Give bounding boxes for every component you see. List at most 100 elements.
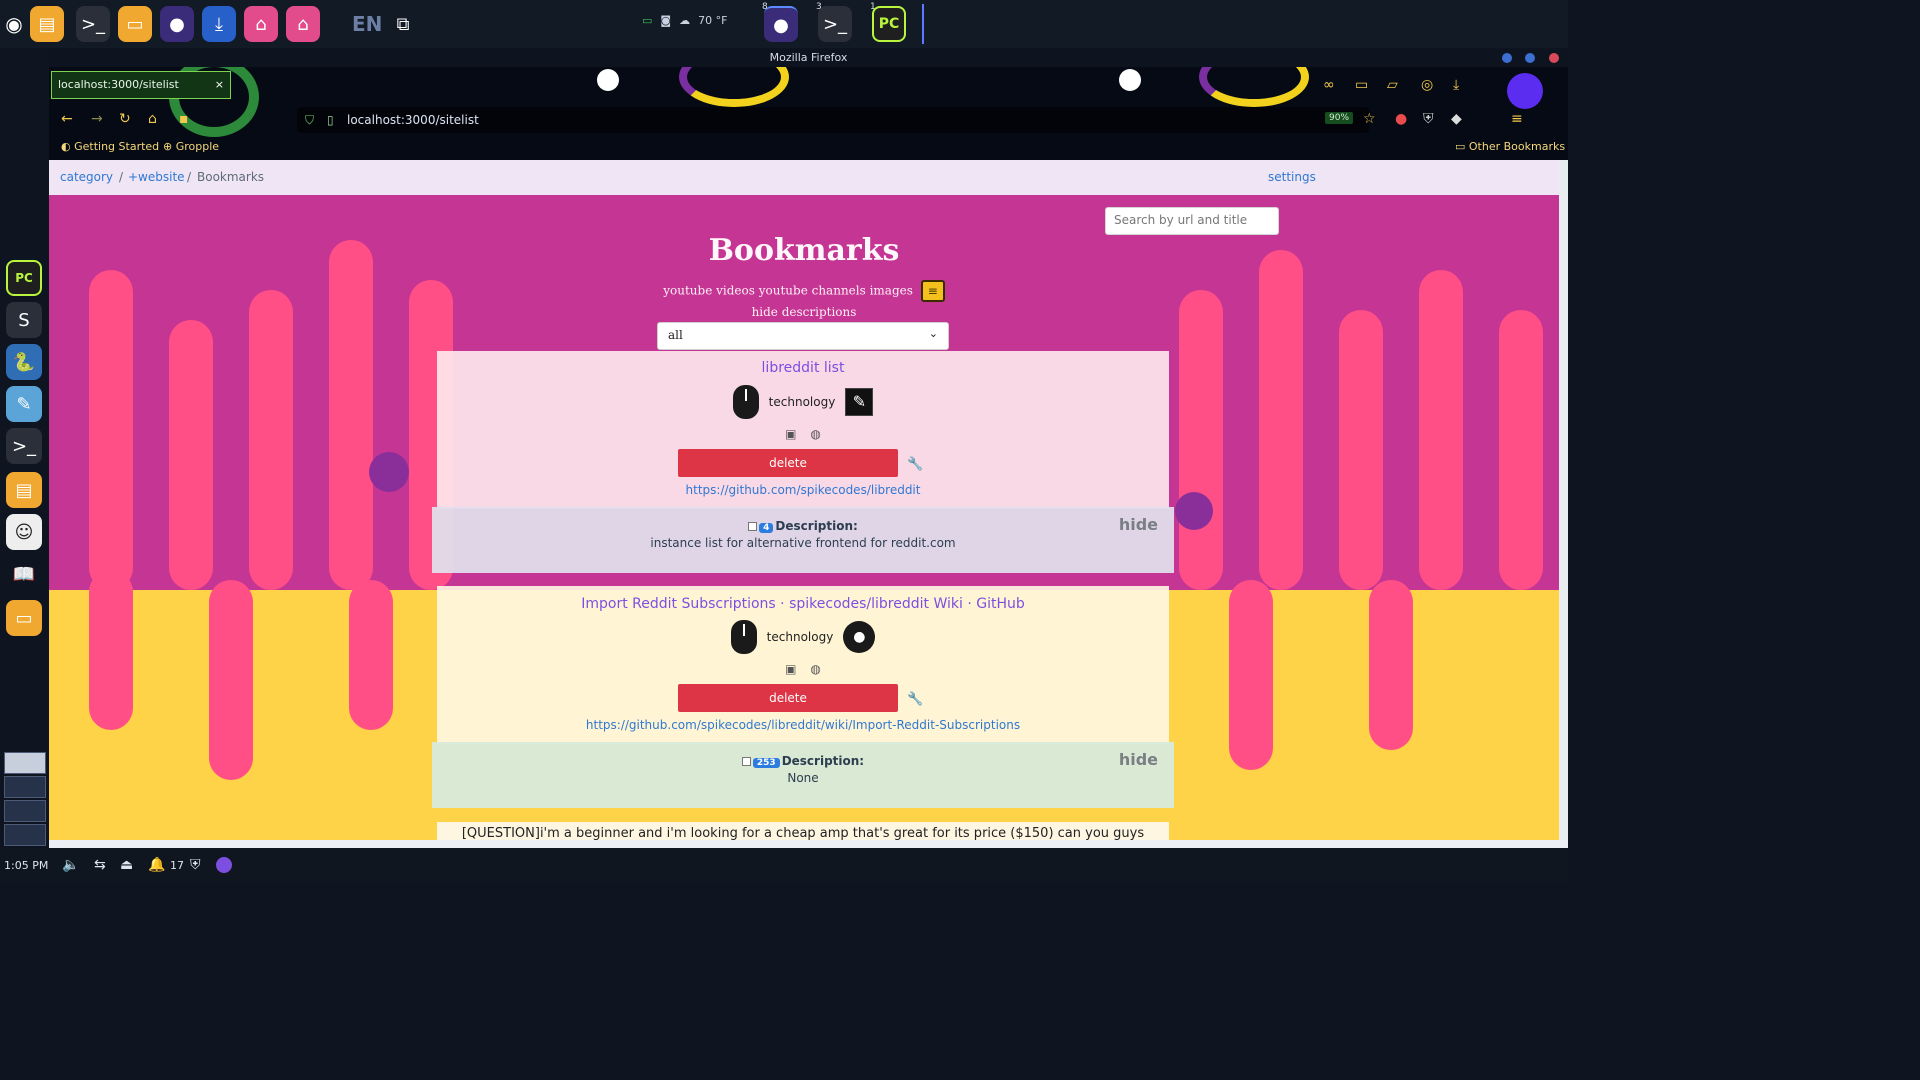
globe-icon[interactable]: ◍ (810, 427, 820, 441)
security-shield-icon[interactable]: ⛨ (190, 857, 201, 873)
minimize-button[interactable] (1502, 53, 1512, 63)
description-checkbox[interactable] (748, 522, 758, 531)
theme-decoration (1507, 73, 1543, 109)
archive-icon[interactable]: ▣ (785, 427, 796, 441)
download-manager-icon[interactable]: ⤓ (202, 6, 236, 42)
cast-icon[interactable]: ▱ (1387, 77, 1398, 93)
workspace-4[interactable] (4, 824, 46, 846)
breadcrumb-current: Bookmarks (197, 170, 265, 184)
wrench-icon[interactable]: 🔧 (907, 457, 923, 472)
sunglasses-face-icon[interactable]: ☺ (6, 514, 42, 550)
window-title: Mozilla Firefox (49, 49, 1568, 67)
favicon-edit-icon: ✎ (845, 388, 874, 416)
shopping-bag-icon[interactable]: ⌂ (244, 6, 278, 42)
bookmark-url[interactable]: https://github.com/spikecodes/libreddit (437, 483, 1169, 497)
bookmark-url[interactable]: https://github.com/spikecodes/libreddit/… (437, 718, 1169, 732)
url-bar[interactable]: ⛉ ▯ localhost:3000/sitelist (297, 107, 1369, 133)
s-app-icon[interactable]: S (6, 302, 42, 338)
reload-icon[interactable]: ↻ (119, 111, 131, 127)
home-icon[interactable]: ⌂ (148, 111, 157, 127)
menu-logo-icon[interactable]: ◉ (0, 6, 28, 42)
browser-toolbar: localhost:3000/sitelist × ← → ↻ ⌂ ▪ ⛉ ▯ … (49, 67, 1568, 160)
weather-temp: 70 °F (698, 14, 728, 27)
maximize-button[interactable] (1525, 53, 1535, 63)
monitor-icon[interactable]: ▭ (642, 14, 652, 27)
addon-shield-icon[interactable]: ⛨ (1423, 111, 1434, 127)
feather-icon[interactable]: ✎ (6, 386, 42, 422)
clock[interactable]: 1:05 PM (4, 859, 48, 872)
addon-icon-2[interactable]: ◆ (1451, 111, 1462, 127)
background-drip (1179, 290, 1223, 590)
search-input[interactable]: Search by url and title (1105, 207, 1279, 235)
globe-icon[interactable]: ◍ (810, 662, 820, 676)
hide-descriptions-link[interactable]: hide descriptions (49, 305, 1559, 319)
keyboard-layout[interactable]: EN (352, 12, 382, 36)
taskbar-terminal-icon[interactable]: >_ (818, 6, 852, 42)
category-label[interactable]: technology (769, 395, 836, 409)
firefox-icon[interactable]: ● (160, 6, 194, 42)
bookmark-title[interactable]: libreddit list (437, 360, 1169, 376)
notification-count: 17 (170, 858, 184, 872)
background-drip (89, 570, 133, 730)
hide-button[interactable]: hide (1119, 750, 1158, 769)
horizontal-scrollbar[interactable] (49, 840, 1568, 848)
bookmark-star-icon[interactable]: ☆ (1363, 111, 1376, 127)
tab-close-icon[interactable]: × (215, 72, 224, 98)
eject-icon[interactable]: ⏏ (120, 857, 133, 873)
pycharm-icon[interactable]: PC (6, 260, 42, 296)
files-icon[interactable]: ▤ (30, 6, 64, 42)
book-icon[interactable]: 📖 (6, 556, 42, 592)
workspace-1[interactable] (4, 752, 46, 774)
filter-text[interactable]: youtube videos youtube channels images (663, 284, 913, 298)
description-checkbox[interactable] (741, 757, 751, 766)
forward-icon[interactable]: → (91, 111, 103, 127)
wrench-icon[interactable]: 🔧 (907, 692, 923, 707)
delete-button[interactable]: delete (678, 449, 898, 477)
network-icon[interactable]: ⇆ (94, 857, 106, 873)
tab-sitelist[interactable]: localhost:3000/sitelist × (51, 71, 231, 99)
container-icon[interactable]: ▭ (1355, 77, 1368, 93)
folder-dock-icon[interactable]: ▭ (6, 600, 42, 636)
bookmark-title[interactable]: [QUESTION]i'm a beginner and i'm looking… (437, 826, 1169, 840)
bookmark-title[interactable]: Import Reddit Subscriptions · spikecodes… (437, 596, 1169, 612)
window-switch-icon[interactable]: ⧉ (386, 6, 420, 42)
bookmark-gropple[interactable]: ⊕ Gropple (163, 140, 219, 153)
menu-icon[interactable]: ≡ (1511, 111, 1523, 127)
download-icon[interactable]: ⤓ (1453, 77, 1459, 93)
hide-button[interactable]: hide (1119, 515, 1158, 534)
panel-separator (922, 4, 924, 44)
taskbar-pycharm-icon[interactable]: PC (872, 6, 906, 42)
other-bookmarks[interactable]: ▭ Other Bookmarks (1455, 140, 1565, 153)
workspace-3[interactable] (4, 800, 46, 822)
bookmark-getting-started[interactable]: ◐ Getting Started (61, 140, 159, 153)
delete-button[interactable]: delete (678, 684, 898, 712)
category-select[interactable]: all ⌄ (657, 322, 949, 350)
breadcrumb-website[interactable]: +website (128, 170, 185, 184)
category-label[interactable]: technology (767, 630, 834, 644)
archive-icon[interactable]: ▣ (785, 662, 796, 676)
taskbar-firefox-icon[interactable]: ● (764, 6, 798, 42)
extension-icon[interactable]: ▪ (179, 111, 189, 127)
status-icon[interactable] (216, 857, 232, 873)
mask-icon[interactable]: ∞ (1323, 77, 1335, 93)
shopping-bag-icon-2[interactable]: ⌂ (286, 6, 320, 42)
close-window-button[interactable] (1549, 53, 1559, 63)
notifications-icon[interactable]: 🔔 (148, 857, 165, 873)
workspace-2[interactable] (4, 776, 46, 798)
folder-icon[interactable]: ▭ (118, 6, 152, 42)
shield-icon[interactable]: ⛉ (305, 107, 314, 133)
files-dock-icon[interactable]: ▤ (6, 472, 42, 508)
camera-icon[interactable]: ◙ (660, 14, 671, 27)
list-view-icon[interactable]: ≡ (920, 280, 945, 302)
account-icon[interactable]: ◎ (1421, 77, 1433, 93)
back-icon[interactable]: ← (61, 111, 73, 127)
terminal-dock-icon[interactable]: >_ (6, 428, 42, 464)
breadcrumb-category[interactable]: category (60, 170, 113, 184)
addon-icon[interactable]: ● (1395, 111, 1407, 127)
settings-link[interactable]: settings (1268, 170, 1316, 184)
vertical-scrollbar[interactable] (1559, 160, 1568, 840)
terminal-icon[interactable]: >_ (76, 6, 110, 42)
zoom-level[interactable]: 90% (1325, 112, 1354, 124)
python-icon[interactable]: 🐍 (6, 344, 42, 380)
volume-icon[interactable]: 🔈 (62, 857, 79, 873)
